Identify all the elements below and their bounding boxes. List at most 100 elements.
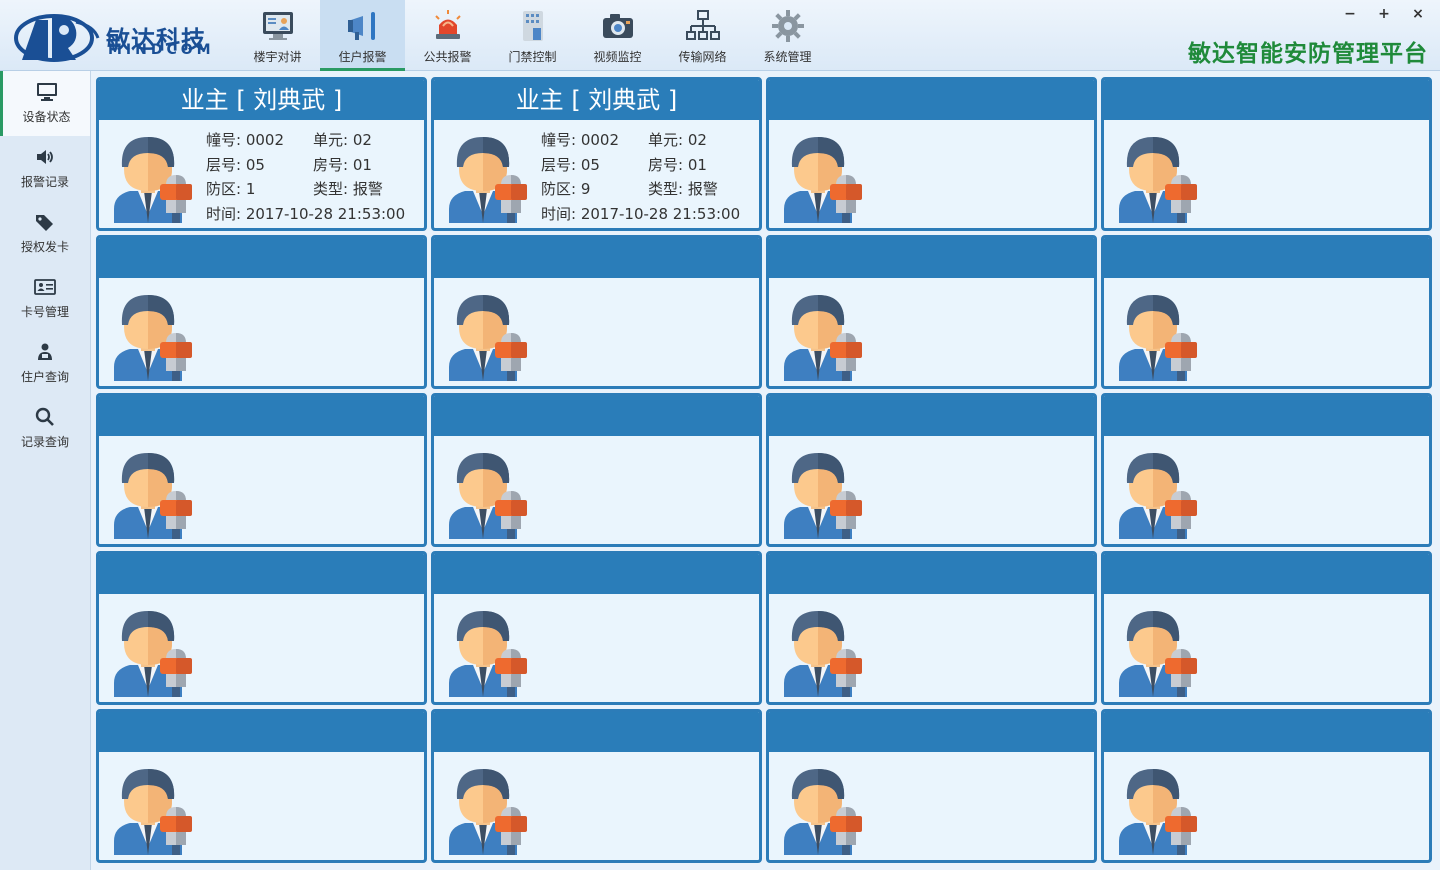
sidebar-item-card-management[interactable]: 卡号管理 [0, 266, 90, 331]
camera-icon [602, 14, 633, 38]
nav-label: 楼宇对讲 [253, 50, 302, 64]
maximize-button[interactable]: + [1376, 6, 1392, 22]
card-title [434, 396, 759, 436]
resident-avatar-icon [1119, 295, 1197, 381]
alarm-time: 时间: 2017-10-28 21:53:00 [541, 204, 741, 223]
resident-icon [38, 343, 52, 360]
nav-item-resident-alarm[interactable]: 住户报警 [320, 0, 405, 71]
alarm-card[interactable] [1101, 77, 1432, 231]
sidebar-item-label: 住户查询 [20, 370, 69, 384]
nav-label: 视频监控 [593, 50, 642, 64]
resident-avatar-icon [784, 137, 862, 223]
card-title [1104, 554, 1429, 594]
card-title [769, 554, 1094, 594]
alarm-card[interactable] [431, 551, 762, 705]
resident-avatar-icon [114, 137, 192, 223]
nav-item-access-control[interactable]: 门禁控制 [490, 0, 575, 71]
alarm-card[interactable] [766, 77, 1097, 231]
main-nav: 楼宇对讲 住户报警 公共报警 门禁控制 视频监控 传输网络 系统管理 [235, 0, 830, 71]
nav-item-public-alarm[interactable]: 公共报警 [405, 0, 490, 71]
alarm-card[interactable] [766, 235, 1097, 389]
tag-icon [36, 215, 53, 231]
card-title [434, 554, 759, 594]
nav-item-intercom[interactable]: 楼宇对讲 [235, 0, 320, 71]
nav-item-video[interactable]: 视频监控 [575, 0, 660, 71]
card-title [769, 238, 1094, 278]
alarm-card[interactable] [96, 551, 427, 705]
alarm-card[interactable] [1101, 551, 1432, 705]
gear-icon [771, 10, 804, 42]
brand-name-en: MINDCOM [108, 42, 215, 58]
resident-avatar-icon [1119, 769, 1197, 855]
alarm-card[interactable] [1101, 709, 1432, 863]
sidebar-item-card-issue[interactable]: 授权发卡 [0, 201, 90, 266]
card-title [769, 80, 1094, 120]
info-row: 层号: 05 房号: 01 [541, 153, 759, 178]
title-bar: 敏达科技 MINDCOM 楼宇对讲 住户报警 公共报警 门禁控制 视频监控 传输… [0, 0, 1440, 71]
alarm-card-grid: 业主 [ 刘典武 ] 幢号: 0002 单元: 02 层号: 05 房号: 01 [96, 77, 1434, 863]
floor-number: 层号: 05 [541, 155, 600, 174]
sidebar-item-record-query[interactable]: 记录查询 [0, 396, 90, 461]
resident-avatar-icon [449, 769, 527, 855]
alarm-card[interactable] [766, 393, 1097, 547]
info-row: 防区: 9 类型: 报警 [541, 177, 759, 202]
resident-avatar-icon [784, 611, 862, 697]
alarm-card[interactable] [431, 393, 762, 547]
resident-avatar-icon [449, 137, 527, 223]
card-title [434, 712, 759, 752]
search-icon [35, 407, 54, 426]
alarm-card[interactable] [766, 551, 1097, 705]
card-title: 业主 [ 刘典武 ] [434, 80, 759, 120]
card-title [1104, 396, 1429, 436]
sidebar-item-alarm-records[interactable]: 报警记录 [0, 136, 90, 201]
room-number: 房号: 01 [648, 155, 707, 174]
building-number: 幢号: 0002 [206, 131, 284, 149]
nav-item-system[interactable]: 系统管理 [745, 0, 830, 71]
sidebar-item-device-status[interactable]: 设备状态 [0, 71, 90, 136]
card-title [1104, 80, 1429, 120]
alarm-card[interactable]: 业主 [ 刘典武 ] 幢号: 0002 单元: 02 层号: 05 房号: 01 [96, 77, 427, 231]
minimize-button[interactable]: − [1342, 6, 1358, 22]
card-title [99, 396, 424, 436]
alarm-card[interactable] [766, 709, 1097, 863]
sidebar-item-label: 卡号管理 [20, 305, 69, 319]
monitor-icon [36, 83, 57, 101]
resident-avatar-icon [114, 453, 192, 539]
alarm-card[interactable] [431, 709, 762, 863]
close-button[interactable]: × [1410, 6, 1426, 22]
floor-number: 层号: 05 [206, 155, 265, 174]
card-title [769, 712, 1094, 752]
sidebar-item-label: 记录查询 [20, 435, 69, 449]
resident-avatar-icon [784, 769, 862, 855]
card-title [1104, 712, 1429, 752]
sidebar: 设备状态 报警记录 授权发卡 卡号管理 住户查询 记录查询 [0, 71, 91, 870]
nav-item-network[interactable]: 传输网络 [660, 0, 745, 71]
alarm-card[interactable] [1101, 393, 1432, 547]
alarm-card[interactable] [96, 393, 427, 547]
card-info: 幢号: 0002 单元: 02 层号: 05 房号: 01 防区: 9 类型: … [541, 128, 759, 226]
nav-label: 系统管理 [763, 50, 812, 64]
alarm-type: 类型: 报警 [313, 180, 383, 198]
alarm-card[interactable] [96, 709, 427, 863]
nav-label: 住户报警 [338, 50, 387, 64]
resident-avatar-icon [114, 611, 192, 697]
alarm-card[interactable] [96, 235, 427, 389]
sidebar-item-label: 授权发卡 [20, 240, 69, 254]
alarm-type: 类型: 报警 [648, 180, 718, 198]
alarm-card[interactable] [1101, 235, 1432, 389]
sidebar-item-label: 设备状态 [22, 110, 71, 124]
window-controls: − + × [1342, 6, 1426, 22]
card-title [99, 238, 424, 278]
resident-avatar-icon [1119, 453, 1197, 539]
monitor-intercom-icon [262, 12, 293, 40]
alarm-time: 时间: 2017-10-28 21:53:00 [206, 204, 406, 223]
resident-avatar-icon [1119, 611, 1197, 697]
alarm-card[interactable]: 业主 [ 刘典武 ] 幢号: 0002 单元: 02 层号: 05 房号: 01 [431, 77, 762, 231]
network-icon [685, 10, 720, 40]
card-title [1104, 238, 1429, 278]
sidebar-item-resident-query[interactable]: 住户查询 [0, 331, 90, 396]
alarm-card[interactable] [431, 235, 762, 389]
info-row: 时间: 2017-10-28 21:53:00 [541, 202, 759, 227]
resident-avatar-icon [449, 453, 527, 539]
resident-avatar-icon [784, 453, 862, 539]
